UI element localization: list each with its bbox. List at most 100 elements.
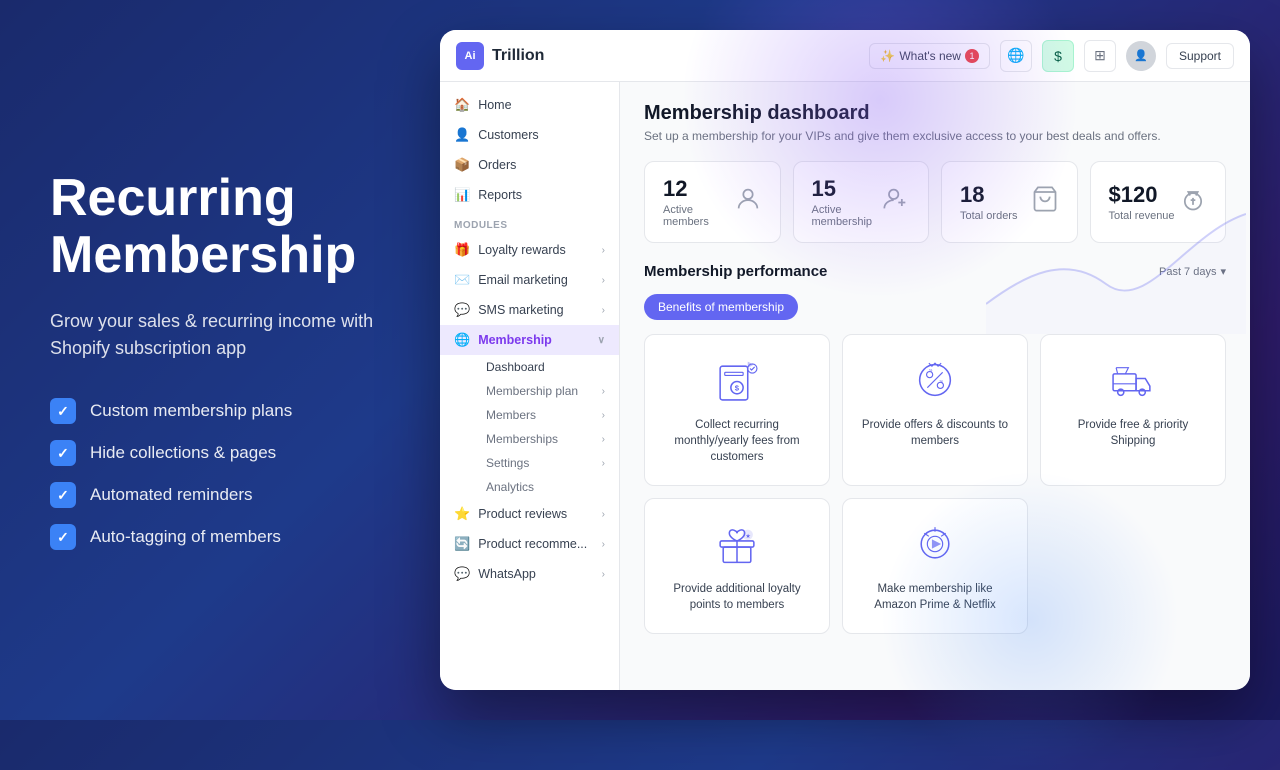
stat-value: 18 <box>960 182 1017 208</box>
stat-card-active-membership: 15 Active membership <box>793 161 930 243</box>
benefit-label: Collect recurring monthly/yearly fees fr… <box>661 417 813 465</box>
stat-value: 15 <box>812 176 883 202</box>
performance-header: Membership performance Past 7 days ▾ <box>644 263 1226 280</box>
sms-icon: 💬 <box>454 302 470 318</box>
stat-label: Total orders <box>960 210 1017 222</box>
gift-icon: ★ <box>712 519 762 569</box>
sidebar-item-reports[interactable]: 📊 Reports <box>440 180 619 210</box>
logo-area: Ai Trillion <box>456 42 576 70</box>
sidebar-item-orders[interactable]: 📦 Orders <box>440 150 619 180</box>
membership-submenu: Dashboard Membership plan › Members › Me… <box>440 355 619 499</box>
period-selector[interactable]: Past 7 days ▾ <box>1159 265 1226 278</box>
sidebar-item-sms[interactable]: 💬 SMS marketing › <box>440 295 619 325</box>
chevron-right-icon: › <box>602 410 605 421</box>
avatar[interactable]: 👤 <box>1126 41 1156 71</box>
chevron-right-icon: › <box>602 245 605 256</box>
sidebar-item-membership[interactable]: 🌐 Membership ∨ <box>440 325 619 355</box>
recommend-icon: 🔄 <box>454 536 470 552</box>
sidebar-item-whatsapp[interactable]: 💬 WhatsApp › <box>440 559 619 589</box>
sidebar-item-customers[interactable]: 👤 Customers <box>440 120 619 150</box>
stat-card-revenue: $120 Total revenue <box>1090 161 1227 243</box>
support-button[interactable]: Support <box>1166 43 1234 69</box>
main-content: Membership dashboard Set up a membership… <box>620 82 1250 690</box>
chevron-right-icon: › <box>602 275 605 286</box>
grid-button[interactable]: ⊞ <box>1084 40 1116 72</box>
sidebar-sub-memberships[interactable]: Memberships › <box>472 427 619 451</box>
checkbox-icon <box>50 440 76 466</box>
stat-label: Active members <box>663 204 734 228</box>
benefit-card-shipping[interactable]: Provide free & priority Shipping <box>1040 334 1226 486</box>
orders-icon: 📦 <box>454 157 470 173</box>
sidebar-sub-settings[interactable]: Settings › <box>472 451 619 475</box>
reports-icon: 📊 <box>454 187 470 203</box>
benefit-card-discounts[interactable]: % % Provide offers & discounts to member… <box>842 334 1028 486</box>
add-person-icon <box>882 185 910 219</box>
feature-list: Custom membership plans Hide collections… <box>50 398 390 550</box>
checkbox-icon <box>50 482 76 508</box>
chevron-right-icon: › <box>602 458 605 469</box>
benefit-card-loyalty[interactable]: ★ Provide additional loyalty points to m… <box>644 498 830 634</box>
checkbox-icon <box>50 524 76 550</box>
money-bag-icon <box>1179 185 1207 219</box>
chevron-right-icon: › <box>602 434 605 445</box>
loyalty-icon: 🎁 <box>454 242 470 258</box>
chevron-right-icon: › <box>602 386 605 397</box>
stat-card-orders: 18 Total orders <box>941 161 1078 243</box>
feature-item: Custom membership plans <box>50 398 390 424</box>
stat-label: Total revenue <box>1109 210 1175 222</box>
sidebar-item-home[interactable]: 🏠 Home <box>440 90 619 120</box>
sidebar-item-reviews[interactable]: ⭐ Product reviews › <box>440 499 619 529</box>
feature-text: Custom membership plans <box>90 401 292 421</box>
feature-text: Hide collections & pages <box>90 443 276 463</box>
sidebar-sub-dashboard[interactable]: Dashboard <box>472 355 619 379</box>
nav-actions: ✨ What's new 1 🌐 $ ⊞ 👤 Support <box>869 40 1234 72</box>
feature-item: Hide collections & pages <box>50 440 390 466</box>
page-subtitle: Set up a membership for your VIPs and gi… <box>644 129 1226 143</box>
sidebar-item-loyalty[interactable]: 🎁 Loyalty rewards › <box>440 235 619 265</box>
chevron-down-icon: ∨ <box>598 335 605 346</box>
top-nav: Ai Trillion ✨ What's new 1 🌐 $ ⊞ 👤 Suppo… <box>440 30 1250 82</box>
whats-new-button[interactable]: ✨ What's new 1 <box>869 43 990 69</box>
benefits-grid: $ Collect recurring monthly/yearly fees … <box>644 334 1226 634</box>
left-section: Recurring Membership Grow your sales & r… <box>0 110 440 610</box>
tab-benefits[interactable]: Benefits of membership <box>644 294 798 320</box>
shipping-icon <box>1108 355 1158 405</box>
whatsapp-icon: 💬 <box>454 566 470 582</box>
benefit-label: Make membership like Amazon Prime & Netf… <box>859 581 1011 613</box>
tabs-row: Benefits of membership <box>644 294 1226 320</box>
benefit-label: Provide additional loyalty points to mem… <box>661 581 813 613</box>
app-body: 🏠 Home 👤 Customers 📦 Orders 📊 Reports MO… <box>440 82 1250 690</box>
benefit-card-recurring[interactable]: $ Collect recurring monthly/yearly fees … <box>644 334 830 486</box>
modules-label: MODULES <box>440 210 619 235</box>
svg-text:$: $ <box>735 384 740 393</box>
stats-row: 12 Active members 15 Active membership <box>644 161 1226 243</box>
feature-item: Automated reminders <box>50 482 390 508</box>
app-window: Ai Trillion ✨ What's new 1 🌐 $ ⊞ 👤 Suppo… <box>440 30 1250 690</box>
sidebar-sub-plan[interactable]: Membership plan › <box>472 379 619 403</box>
dollar-button[interactable]: $ <box>1042 40 1074 72</box>
chevron-right-icon: › <box>602 305 605 316</box>
svg-text:%: % <box>929 369 933 373</box>
discount-icon: % % <box>910 355 960 405</box>
prime-icon <box>910 519 960 569</box>
sidebar-sub-members[interactable]: Members › <box>472 403 619 427</box>
membership-icon: 🌐 <box>454 332 470 348</box>
sidebar-item-email[interactable]: ✉️ Email marketing › <box>440 265 619 295</box>
sidebar-item-recommend[interactable]: 🔄 Product recomme... › <box>440 529 619 559</box>
reviews-icon: ⭐ <box>454 506 470 522</box>
sidebar-sub-analytics[interactable]: Analytics <box>472 475 619 499</box>
benefit-label: Provide free & priority Shipping <box>1057 417 1209 449</box>
home-icon: 🏠 <box>454 97 470 113</box>
translate-button[interactable]: 🌐 <box>1000 40 1032 72</box>
sidebar: 🏠 Home 👤 Customers 📦 Orders 📊 Reports MO… <box>440 82 620 690</box>
logo-text: Trillion <box>492 47 544 65</box>
stat-value: $120 <box>1109 182 1175 208</box>
chevron-right-icon: › <box>602 539 605 550</box>
stat-value: 12 <box>663 176 734 202</box>
benefit-card-prime[interactable]: Make membership like Amazon Prime & Netf… <box>842 498 1028 634</box>
logo-icon: Ai <box>456 42 484 70</box>
chevron-right-icon: › <box>602 509 605 520</box>
hero-subtitle: Grow your sales & recurring income with … <box>50 308 390 362</box>
feature-text: Auto-tagging of members <box>90 527 281 547</box>
svg-text:★: ★ <box>745 533 751 540</box>
